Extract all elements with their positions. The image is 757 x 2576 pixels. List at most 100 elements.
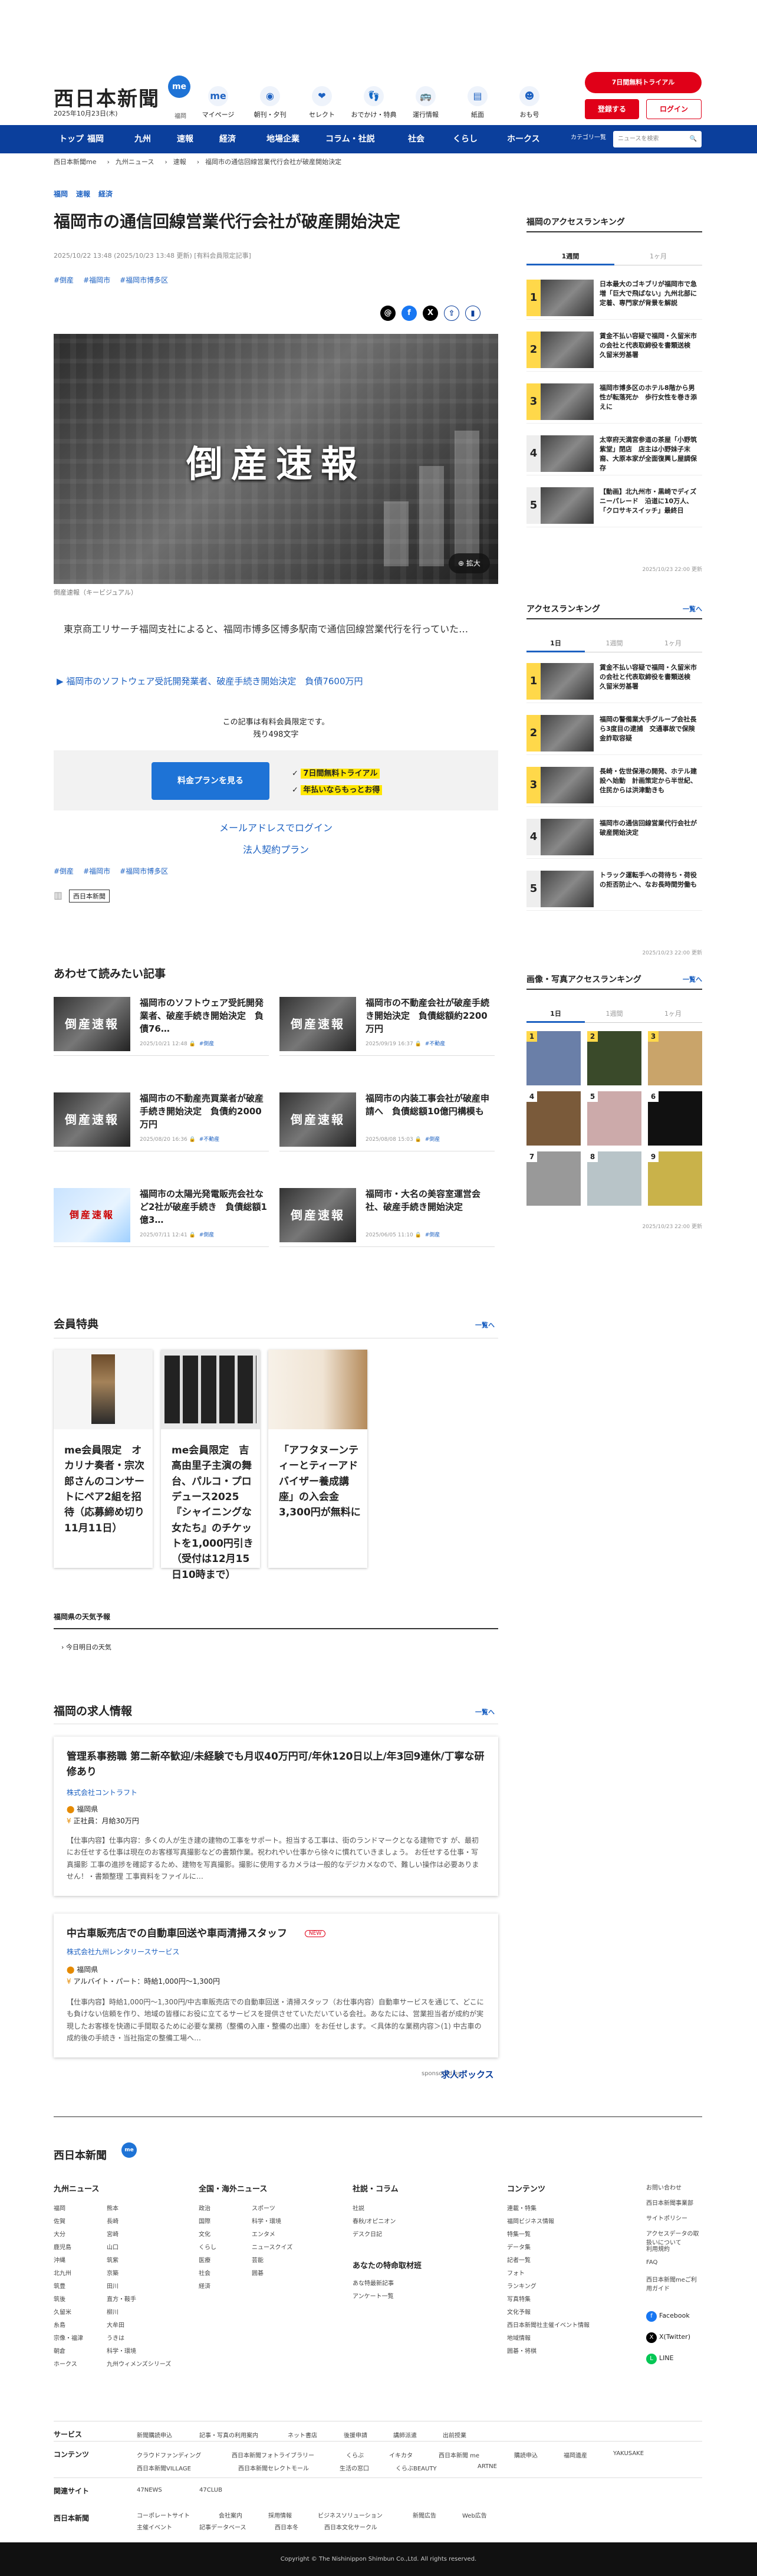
footer-link[interactable]: 鹿児島 (54, 2242, 71, 2251)
header-nav-2[interactable]: ❤ セレクト (298, 86, 345, 119)
member-perks-more-link[interactable]: 一覧へ (475, 1320, 495, 1330)
photo-ranking-item[interactable]: 8 (587, 1151, 641, 1206)
footer-link[interactable]: 山口 (107, 2242, 119, 2251)
ranking-item[interactable]: 3 福岡市博多区のホテル8階から男性が転落死か 歩行女性を巻き添えに (526, 380, 702, 424)
tag[interactable]: #倒産 (199, 1232, 215, 1238)
footer-link[interactable]: 久留米 (54, 2307, 71, 2316)
ranking-item[interactable]: 2 賃金不払い容疑で福岡・久留米市の会社と代表取締役を書類送検 久留米労基署 (526, 328, 702, 372)
hashtag[interactable]: #福岡市博多区 (120, 867, 168, 875)
footer-link[interactable]: 社会 (199, 2268, 210, 2277)
corporate-link[interactable]: 西日本冬 (275, 2522, 298, 2531)
footer-link[interactable]: 九州ウィメンズシリーズ (107, 2359, 171, 2368)
footer-link[interactable]: データ集 (507, 2242, 531, 2251)
footer-link[interactable]: スポーツ (252, 2203, 275, 2212)
x-icon[interactable]: X (423, 306, 438, 321)
hashtag[interactable]: #福岡市 (83, 867, 110, 875)
footer-link[interactable]: 文化予報 (507, 2307, 531, 2316)
read-also-item[interactable]: 倒産速報 福岡市の太陽光発電販売会社など2社が破産手続き 負債総額1億3… 2025… (54, 1188, 269, 1247)
nav-item-5[interactable]: 地場企業 (266, 125, 299, 153)
header-nav-0[interactable]: me マイページ (195, 86, 242, 119)
nav-item-4[interactable]: 経済 (219, 125, 236, 153)
footer-link[interactable]: 大牟田 (107, 2320, 124, 2329)
share-icon[interactable]: ⇪ (444, 306, 459, 321)
footer-link[interactable]: 政治 (199, 2203, 210, 2212)
threads-icon[interactable]: @ (380, 306, 396, 321)
footer-misc-link[interactable]: 西日本新聞meご利用ガイド (646, 2275, 702, 2292)
service-link[interactable]: ネット書店 (288, 2430, 317, 2439)
contents-link[interactable]: 福岡遺産 (564, 2450, 587, 2459)
footer-link[interactable]: 柳川 (107, 2307, 119, 2316)
nav-item-7[interactable]: 社会 (408, 125, 424, 153)
footer-link[interactable]: ニュースクイズ (252, 2242, 292, 2251)
facebook-icon[interactable]: f (401, 306, 417, 321)
footer-link[interactable]: 科学・環境 (107, 2346, 136, 2355)
tab-1month[interactable]: 1ヶ月 (644, 1005, 702, 1023)
related-link[interactable]: 47NEWS (137, 2487, 162, 2493)
footer-sns-0[interactable]: f Facebook (646, 2311, 690, 2322)
breadcrumb-item[interactable]: 西日本新聞me (54, 158, 96, 166)
header-nav-1[interactable]: ◉ 朝刊・夕刊 (246, 86, 294, 119)
tab-1day[interactable]: 1日 (526, 635, 585, 652)
footer-link[interactable]: 筑豊 (54, 2281, 65, 2290)
zoom-button[interactable]: ⊕ 拡大 (449, 553, 490, 573)
site-logo[interactable]: 西日本新聞 (54, 83, 160, 111)
breadcrumb-item[interactable]: 九州ニュース (116, 158, 154, 166)
corporate-link[interactable]: 採用情報 (268, 2511, 292, 2519)
footer-link[interactable]: 科学・環境 (252, 2216, 281, 2225)
footer-link[interactable]: 経済 (199, 2281, 210, 2290)
ranking-item[interactable]: 5 トラック運転手への荷待ち・荷役の拒否防止へ、なお長時間労働も (526, 867, 702, 911)
contents-link[interactable]: 生活の窓口 (340, 2463, 369, 2472)
footer-misc-link[interactable]: 西日本新聞事業部 (646, 2198, 702, 2207)
footer-link[interactable]: 福岡ビジネス情報 (507, 2216, 554, 2225)
photo-ranking-item[interactable]: 7 (526, 1151, 581, 1206)
footer-link[interactable]: 芸能 (252, 2255, 264, 2264)
corporate-link[interactable]: 西日本文化サークル (324, 2522, 377, 2531)
contents-link[interactable]: 西日本新聞VILLAGE (137, 2463, 191, 2472)
service-link[interactable]: 記事・写真の利用案内 (199, 2430, 258, 2439)
me-logo-badge[interactable]: me (168, 76, 190, 98)
read-also-item[interactable]: 倒産速報 福岡市の内装工事会社が破産申請へ 負債総額10億円構模も 2025/08/… (279, 1092, 495, 1151)
hashtag[interactable]: #倒産 (54, 276, 74, 284)
footer-link[interactable]: 春秋/オピニオン (353, 2216, 396, 2225)
contents-link[interactable]: 西日本新聞 me (439, 2450, 479, 2459)
footer-link[interactable]: フォト (507, 2268, 525, 2277)
read-also-item[interactable]: 倒産速報 福岡市のソフトウェア受託開発業者、破産手続き開始決定 負債76… 2025… (54, 997, 269, 1056)
ranking-item[interactable]: 4 福岡市の通信回線営業代行会社が破産開始決定 (526, 815, 702, 859)
breadcrumb-item[interactable]: 速報 (173, 158, 186, 166)
contents-link[interactable]: イキカタ (389, 2450, 413, 2459)
footer-link[interactable]: 文化 (199, 2229, 210, 2238)
footer-link[interactable]: 糸島 (54, 2320, 65, 2329)
footer-misc-link[interactable]: お問い合わせ (646, 2183, 702, 2191)
contents-link[interactable]: ARTNE (478, 2463, 497, 2470)
tag[interactable]: #不動産 (425, 1041, 446, 1047)
jobs-more-link[interactable]: 一覧へ (475, 1707, 495, 1717)
corporate-plan-link[interactable]: 法人契約プラン (54, 842, 498, 856)
photo-ranking-item[interactable]: 2 (587, 1031, 641, 1085)
category-tag[interactable]: 経済 (98, 190, 113, 198)
photo-ranking-item[interactable]: 1 (526, 1031, 581, 1085)
view-plans-button[interactable]: 料金プランを見る (152, 762, 269, 800)
footer-link[interactable]: ランキング (507, 2281, 537, 2290)
footer-link[interactable]: 沖縄 (54, 2255, 65, 2264)
job-card[interactable]: 管理系事務職 第二新卒歓迎/未経験でも月収40万円可/年休120日以上/年3回9… (54, 1737, 498, 1896)
footer-link[interactable]: 西日本新聞社主催イベント情報 (507, 2320, 590, 2329)
footer-link[interactable]: 北九州 (54, 2268, 71, 2277)
footer-link[interactable]: 連載・特集 (507, 2203, 537, 2212)
footer-sns-1[interactable]: X X(Twitter) (646, 2332, 690, 2343)
footer-link[interactable]: エンタメ (252, 2229, 275, 2238)
category-tag[interactable]: 福岡 (54, 190, 68, 198)
contents-link[interactable]: くらぶBEAUTY (396, 2463, 437, 2472)
read-also-item[interactable]: 倒産速報 福岡市の不動産売買業者が破産手続き開始決定 負債約2000万円 2025/… (54, 1092, 269, 1151)
footer-link[interactable]: 佐賀 (54, 2216, 65, 2225)
nav-item-2[interactable]: 九州 (134, 125, 151, 153)
ranking-item[interactable]: 1 日本最大のゴキブリが福岡市で急増「巨大で飛ばない」九州北部に定着、専門家が背景… (526, 276, 702, 320)
ranking-item[interactable]: 3 長崎・佐世保港の開発、ホテル建設へ始動 計画策定から半世紀、住民からは洪津動き… (526, 763, 702, 807)
footer-sns-2[interactable]: L LINE (646, 2354, 674, 2364)
perk-card[interactable]: me会員限定 吉高由里子主演の舞台、パルコ・プロデュース2025『シャイニングな… (161, 1350, 260, 1581)
photo-ranking-item[interactable]: 6 (648, 1091, 702, 1146)
photo-ranking-item[interactable]: 9 (648, 1151, 702, 1206)
tab-1month[interactable]: 1ヶ月 (644, 635, 702, 652)
footer-link[interactable]: 医療 (199, 2255, 210, 2264)
corporate-link[interactable]: 会社案内 (219, 2511, 242, 2519)
bookmark-icon[interactable]: ▮ (465, 306, 480, 321)
